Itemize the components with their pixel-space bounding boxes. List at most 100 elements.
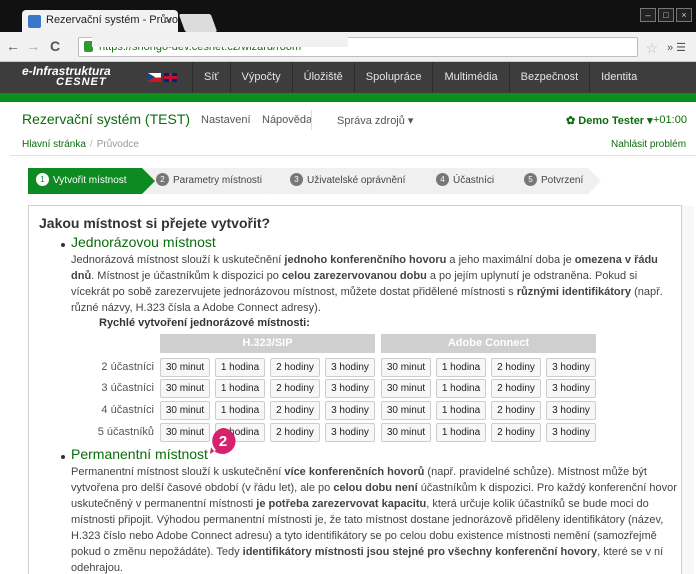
h323-quick-create-button[interactable]: 2 hodiny (270, 401, 320, 420)
h323-quick-create-button[interactable]: 30 minut (160, 379, 210, 398)
window-controls: – □ × (640, 8, 692, 22)
header-divider (10, 155, 696, 156)
infrastructure-bar: e-Infrastruktura CESNET Síť Výpočty Úlož… (0, 62, 696, 93)
page-question: Jakou místnost si přejete vytvořit? (39, 215, 271, 231)
nav-divider (311, 110, 312, 130)
timezone-label[interactable]: +01:00 (653, 114, 687, 126)
forward-icon[interactable]: → (26, 38, 40, 54)
participants-row-label: 4 účastníci (101, 404, 154, 416)
step-number: 1 (36, 172, 49, 186)
breadcrumb: Hlavní stránka / Průvodce (22, 139, 139, 150)
tab-title: Rezervační systém - Průvo (46, 14, 178, 26)
participants-row-label: 2 účastníci (101, 361, 154, 373)
browser-tab[interactable]: Rezervační systém - Průvo × (22, 10, 178, 32)
infrastructure-menu: Síť Výpočty Úložiště Spolupráce Multiméd… (192, 62, 648, 93)
h323-quick-create-button[interactable]: 1 hodina (215, 358, 265, 377)
step-marker-badge: 2 (210, 428, 236, 454)
infra-menu-item[interactable]: Spolupráce (353, 62, 433, 93)
cesnet-logo[interactable]: e-Infrastruktura CESNET (22, 65, 111, 88)
h323-quick-create-button[interactable]: 2 hodiny (270, 358, 320, 377)
maximize-button[interactable]: □ (658, 8, 674, 22)
content-panel: Jakou místnost si přejete vytvořit? Jedn… (28, 205, 694, 574)
reload-icon[interactable]: C (50, 38, 60, 54)
step-label: Parametry místnosti (173, 175, 262, 186)
menu-icon[interactable]: » ☰ (667, 41, 686, 54)
close-icon[interactable]: × (165, 13, 172, 27)
breadcrumb-separator: / (89, 139, 93, 150)
h323-quick-create-button[interactable]: 1 hodina (215, 379, 265, 398)
report-problem-link[interactable]: Nahlásit problém (611, 139, 686, 150)
adobe-quick-create-button[interactable]: 2 hodiny (491, 379, 541, 398)
wizard-step-2[interactable]: 2 Parametry místnosti (136, 168, 282, 194)
logo-line-2: CESNET (56, 76, 107, 88)
step-label: Vytvořit místnost (53, 175, 127, 186)
permanent-room-heading[interactable]: Permanentní místnost (71, 446, 208, 462)
adobe-quick-create-button[interactable]: 1 hodina (436, 423, 486, 442)
breadcrumb-current: Průvodce (96, 139, 139, 150)
h323-quick-create-button[interactable]: 30 minut (160, 358, 210, 377)
adobe-quick-create-button[interactable]: 30 minut (381, 401, 431, 420)
adobe-quick-create-button[interactable]: 2 hodiny (491, 423, 541, 442)
infra-menu-item[interactable]: Úložiště (291, 62, 354, 93)
czech-flag-icon[interactable] (148, 73, 161, 82)
permanent-room-description: Permanentní místnost slouží k uskutečněn… (71, 466, 677, 574)
english-flag-icon[interactable] (164, 73, 177, 82)
h323-column-header: H.323/SIP (160, 334, 375, 353)
quick-create-heading: Rychlé vytvoření jednorázové místnosti: (99, 317, 310, 329)
step-number: 5 (524, 172, 537, 186)
adobe-quick-create-button[interactable]: 1 hodina (436, 401, 486, 420)
adobe-quick-create-button[interactable]: 1 hodina (436, 379, 486, 398)
wizard-step-4[interactable]: 4 Účastníci (416, 168, 517, 194)
adobe-column-header: Adobe Connect (381, 334, 596, 353)
new-tab-button[interactable] (178, 14, 218, 32)
step-label: Uživatelské oprávnění (307, 175, 406, 186)
adobe-quick-create-button[interactable]: 2 hodiny (491, 358, 541, 377)
infra-menu-item[interactable]: Síť (192, 62, 230, 93)
adobe-quick-create-button[interactable]: 3 hodiny (546, 401, 596, 420)
adobe-quick-create-button[interactable]: 3 hodiny (546, 379, 596, 398)
adobe-quick-create-button[interactable]: 30 minut (381, 358, 431, 377)
bookmark-star-icon[interactable]: ☆ (645, 40, 658, 57)
step-number: 2 (156, 172, 169, 186)
h323-quick-create-button[interactable]: 3 hodiny (325, 358, 375, 377)
h323-quick-create-button[interactable]: 30 minut (160, 423, 210, 442)
adobe-quick-create-button[interactable]: 1 hodina (436, 358, 486, 377)
wizard-step-3[interactable]: 3 Uživatelské oprávnění (270, 168, 429, 194)
h323-quick-create-button[interactable]: 2 hodiny (270, 423, 320, 442)
close-window-button[interactable]: × (676, 8, 692, 22)
nav-resource-management[interactable]: Správa zdrojů ▾ (337, 114, 413, 127)
infra-menu-item[interactable]: Identita (589, 62, 648, 93)
infra-menu-item[interactable]: Bezpečnost (508, 62, 589, 93)
step-label: Účastníci (453, 175, 495, 186)
step-arrow (416, 168, 429, 194)
language-switch (148, 73, 177, 82)
breadcrumb-home[interactable]: Hlavní stránka (22, 139, 86, 150)
user-menu[interactable]: ✿ Demo Tester ▾ (566, 114, 653, 127)
h323-quick-create-button[interactable]: 3 hodiny (325, 401, 375, 420)
step-arrow (588, 168, 601, 194)
adobe-quick-create-button[interactable]: 3 hodiny (546, 358, 596, 377)
one-time-room-heading[interactable]: Jednorázovou místnost (71, 234, 216, 250)
wizard-step-1[interactable]: 1 Vytvořit místnost (28, 168, 155, 194)
adobe-quick-create-button[interactable]: 30 minut (381, 423, 431, 442)
app-title[interactable]: Rezervační systém (TEST) (22, 111, 190, 127)
h323-quick-create-button[interactable]: 30 minut (160, 401, 210, 420)
minimize-button[interactable]: – (640, 8, 656, 22)
infra-menu-item[interactable]: Multimédia (432, 62, 508, 93)
back-icon[interactable]: ← (6, 38, 20, 54)
one-time-room-description: Jednorázová místnost slouží k uskutečněn… (71, 254, 663, 314)
nav-settings[interactable]: Nastavení (201, 114, 251, 126)
bullet (61, 455, 65, 459)
infra-menu-item[interactable]: Výpočty (229, 62, 292, 93)
h323-quick-create-button[interactable]: 2 hodiny (270, 379, 320, 398)
participants-row-label: 5 účastníků (97, 426, 154, 438)
adobe-quick-create-button[interactable]: 3 hodiny (546, 423, 596, 442)
adobe-quick-create-button[interactable]: 30 minut (381, 379, 431, 398)
adobe-quick-create-button[interactable]: 2 hodiny (491, 401, 541, 420)
address-bar-overlay (92, 37, 348, 47)
h323-quick-create-button[interactable]: 3 hodiny (325, 423, 375, 442)
h323-quick-create-button[interactable]: 3 hodiny (325, 379, 375, 398)
nav-help[interactable]: Nápověda (262, 114, 312, 126)
h323-quick-create-button[interactable]: 1 hodina (215, 401, 265, 420)
marker-label: 2 (219, 433, 227, 450)
